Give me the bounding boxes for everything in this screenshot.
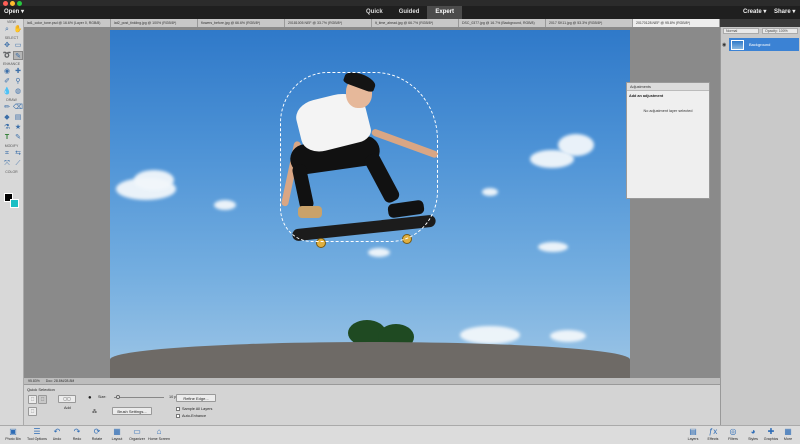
cloud: [214, 200, 236, 210]
cloud: [368, 248, 390, 257]
size-label: Size:: [98, 395, 107, 399]
skateboarder-photo[interactable]: [110, 30, 630, 378]
section-color-label: COLOR: [5, 170, 18, 174]
doc-tab[interactable]: lat1_color_tone.psd @ 16.6% (Layer 0, RG…: [24, 19, 111, 27]
sample-all-layers-checkbox[interactable]: [176, 407, 180, 411]
gradient-tool-icon[interactable]: ▤: [13, 113, 23, 122]
pencil-tool-icon[interactable]: ✎: [13, 133, 23, 142]
hand-tool-icon[interactable]: ✋: [13, 25, 23, 34]
doc-tab[interactable]: lt_time_ahead.jpg @ 66.7% (RGB/8*): [372, 19, 459, 27]
custom-shape-tool-icon[interactable]: ★: [13, 123, 23, 132]
cloud: [538, 242, 568, 252]
doc-tab[interactable]: 2017 SK11.jpg @ 53.3% (RGB/8*): [546, 19, 633, 27]
cloud: [460, 326, 520, 344]
photo-bin-button[interactable]: ▣ Photo Bin: [0, 427, 26, 441]
subtract-selection-icon[interactable]: ⬚: [28, 407, 37, 416]
layers-panel: Normal Opacity: 100% ◉ Background: [720, 27, 800, 425]
add-adjustment-label: Add an adjustment: [629, 94, 664, 98]
close-window-icon[interactable]: [3, 0, 8, 6]
tab-quick[interactable]: Quick: [358, 6, 391, 19]
type-tool-icon[interactable]: T: [2, 133, 12, 142]
spot-healing-tool-icon[interactable]: ✚: [13, 67, 23, 76]
create-button[interactable]: Create ▾: [743, 6, 766, 19]
layer-thumbnail: [731, 39, 744, 50]
lasso-tool-icon[interactable]: ➰: [2, 51, 12, 60]
home-icon: ⌂: [156, 427, 162, 436]
auto-enhance-label: Auto-Enhance: [182, 414, 207, 418]
brush-tool-icon[interactable]: ✏: [2, 103, 12, 112]
new-selection-icon[interactable]: ⬚: [28, 395, 37, 404]
tab-expert[interactable]: Expert: [427, 6, 463, 19]
brush-preview-icon: ●: [88, 395, 92, 401]
photo-bin-icon: ▣: [9, 427, 17, 436]
cloud: [558, 134, 594, 156]
zoom-tool-icon[interactable]: ⌕: [2, 25, 12, 34]
size-slider-knob[interactable]: [116, 395, 121, 399]
no-adjustment-message: No adjustment layer selected: [643, 109, 693, 113]
cloud: [550, 330, 586, 342]
tab-guided[interactable]: Guided: [391, 6, 428, 19]
doc-tab[interactable]: flowers_before.jpg @ 66.6% (RGB/8*): [198, 19, 285, 27]
share-button[interactable]: Share ▾: [774, 6, 795, 19]
minimize-window-icon[interactable]: [10, 0, 15, 6]
home-screen-button[interactable]: ⌂ Home Screen: [144, 427, 174, 441]
top-bar: Open ▾ Quick Guided Expert Create ▾ Shar…: [0, 6, 800, 19]
sample-all-layers-label: Sample All Layers: [182, 407, 213, 411]
eye-tool-icon[interactable]: ◉: [2, 67, 12, 76]
selection-marquee: [280, 72, 438, 242]
more-icon: ▦: [784, 427, 792, 436]
tool-name: Quick Selection: [27, 387, 55, 392]
marquee-tool-icon[interactable]: ▭: [13, 41, 23, 50]
selection-mode-button[interactable]: ▢▢: [58, 395, 76, 403]
eraser-tool-icon[interactable]: ⌫: [13, 103, 23, 112]
layer-name: Background: [749, 42, 771, 47]
recompose-tool-icon[interactable]: ⇆: [13, 149, 23, 158]
refine-edge-button[interactable]: Refine Edge...: [176, 394, 216, 402]
adjustments-title: Adjustments: [627, 83, 709, 91]
crop-tool-icon[interactable]: ⌗: [2, 149, 12, 158]
brush-angle-icon: ⁂: [92, 409, 97, 415]
bottom-taskbar: ▣ Photo Bin ☰ Tool Options ↶ Undo ↷ Redo ⟳ Ro…: [0, 425, 800, 444]
zoom-window-icon[interactable]: [17, 0, 22, 6]
canvas-area[interactable]: Adjustments Add an adjustment No adjustm…: [24, 27, 720, 382]
quick-selection-tool-icon[interactable]: ✎: [13, 51, 23, 60]
mode-tabs: Quick Guided Expert: [358, 6, 463, 19]
content-aware-move-tool-icon[interactable]: ⤧: [2, 159, 12, 168]
cloud: [482, 188, 498, 196]
cloud: [134, 170, 174, 190]
add-selection-icon[interactable]: ⬚: [38, 395, 47, 404]
move-tool-icon[interactable]: ✥: [2, 41, 12, 50]
add-label: Add: [64, 406, 71, 410]
open-button[interactable]: Open ▾: [4, 7, 24, 18]
auto-enhance-checkbox[interactable]: [176, 414, 180, 418]
paint-bucket-tool-icon[interactable]: ◆: [2, 113, 12, 122]
straighten-tool-icon[interactable]: ⟋: [13, 159, 23, 168]
blur-tool-icon[interactable]: 💧: [2, 87, 12, 96]
layer-row[interactable]: Background: [729, 38, 799, 51]
opacity-field[interactable]: Opacity: 100%: [762, 28, 798, 34]
doc-tab[interactable]: 20181005 NEF @ 33.7% (RGB/8*): [285, 19, 372, 27]
size-slider[interactable]: [114, 395, 164, 399]
section-enhance-label: ENHANCE: [2, 62, 21, 66]
doc-tab[interactable]: lat2_post_tinkling.jpg @ 100% (RGB/8*): [111, 19, 198, 27]
tool-options-panel: Quick Selection ⬚ ⬚ ⬚ ▢▢ Add ● Size: 10 …: [24, 384, 720, 425]
visibility-eye-icon[interactable]: ◉: [722, 42, 726, 48]
eyedropper-tool-icon[interactable]: ⚗: [2, 123, 12, 132]
sponge-tool-icon[interactable]: ◍: [13, 87, 23, 96]
smart-brush-tool-icon[interactable]: ✐: [2, 77, 12, 86]
doc-size: Doc: 28.8M/28.8M: [45, 379, 75, 383]
clone-stamp-tool-icon[interactable]: ⚲: [13, 77, 23, 86]
background-color-swatch[interactable]: [10, 199, 19, 208]
more-button[interactable]: ▦ More: [776, 427, 800, 441]
zoom-level[interactable]: 95.83%: [28, 379, 40, 383]
blend-mode-select[interactable]: Normal: [723, 28, 759, 34]
doc-tab[interactable]: DSC_0377.jpg @ 16.7% (Background, RGB/8): [459, 19, 546, 27]
toolbox: VIEW ⌕ ✋ SELECT ✥ ▭ ➰ ✎ ENHANCE ◉ ✚ ✐ ⚲ …: [0, 19, 24, 425]
brush-settings-button[interactable]: Brush Settings...: [112, 407, 152, 415]
doc-tab-active[interactable]: 20170128.NEF @ 95.8% (RGB/8*): [633, 19, 720, 27]
document-tabs: lat1_color_tone.psd @ 16.6% (Layer 0, RG…: [24, 19, 720, 27]
adjustments-panel: Adjustments Add an adjustment No adjustm…: [626, 82, 710, 199]
skate-ramp: [110, 342, 630, 378]
